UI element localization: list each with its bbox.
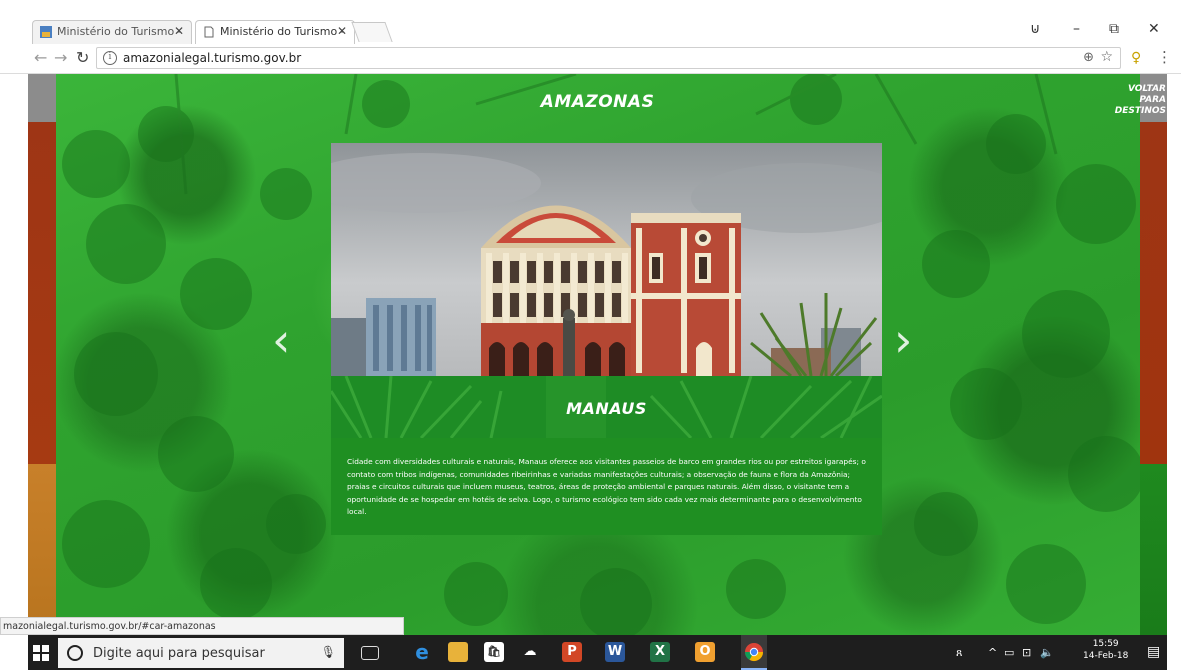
extension-icon[interactable]: ♀ (1131, 50, 1141, 66)
menu-icon[interactable]: ⋮ (1157, 48, 1172, 66)
windows-taskbar: Digite aqui para pesquisar 🎙 e 🛍 ☁ P W X… (28, 635, 1167, 670)
left-slide-peek (28, 74, 56, 635)
teatro-amazonas-photo (331, 143, 882, 376)
network-app-icon[interactable]: ☁ (520, 642, 540, 662)
minimize-button[interactable]: – (1073, 21, 1080, 37)
browser-tabstrip: Ministério do Turismo - ✕ Ministério do … (0, 0, 1181, 44)
task-view-icon[interactable] (361, 646, 379, 660)
browser-tab[interactable]: Ministério do Turismo - ✕ (32, 20, 192, 44)
address-bar[interactable]: i amazonialegal.turismo.gov.br ⊕ ☆ (96, 47, 1121, 69)
chevron-left-icon[interactable]: ‹ (272, 317, 290, 363)
clock-date: 14-Feb-18 (1083, 651, 1129, 661)
region-title: AMAZONAS (540, 92, 655, 112)
people-icon[interactable]: ጸ (956, 646, 962, 660)
new-tab-button[interactable] (351, 22, 393, 42)
status-link-preview: mazonialegal.turismo.gov.br/#car-amazona… (0, 617, 404, 635)
search-placeholder: Digite aqui para pesquisar (93, 646, 265, 661)
word-icon[interactable]: W (605, 642, 625, 662)
tab-title: Ministério do Turismo - (220, 25, 345, 38)
store-icon[interactable]: 🛍 (484, 642, 504, 662)
close-icon[interactable]: ✕ (337, 24, 347, 38)
chevron-right-icon[interactable]: › (894, 317, 912, 363)
page-content: AMAZONAS VOLTAR PARA DESTINOS ‹ › MANAUS… (28, 74, 1167, 635)
zoom-icon[interactable]: ⊕ (1083, 50, 1094, 65)
excel-icon[interactable]: X (650, 642, 670, 662)
close-icon[interactable]: ✕ (174, 24, 184, 38)
browser-toolbar: ← → ↻ i amazonialegal.turismo.gov.br ⊕ ☆… (0, 44, 1181, 74)
destination-title: MANAUS (566, 399, 647, 418)
back-arrow-icon[interactable]: ← (34, 49, 47, 67)
url-text: amazonialegal.turismo.gov.br (123, 51, 302, 65)
chrome-taskbar-button[interactable] (741, 635, 767, 670)
windows-start-icon[interactable] (33, 645, 49, 661)
forward-arrow-icon[interactable]: → (54, 49, 67, 67)
destination-description: Cidade com diversidades culturais e natu… (347, 457, 866, 516)
back-to-destinations-link[interactable]: VOLTAR PARA DESTINOS (1104, 84, 1166, 117)
network-icon[interactable]: ⊡ (1022, 646, 1031, 659)
chevron-up-icon[interactable]: ^ (988, 646, 997, 659)
tab-title: Ministério do Turismo - (57, 25, 182, 38)
battery-icon[interactable]: ▭ (1004, 646, 1014, 659)
page-icon (204, 26, 214, 38)
close-window-button[interactable]: ✕ (1148, 21, 1160, 37)
microphone-icon[interactable]: 🎙 (321, 645, 336, 659)
reload-icon[interactable]: ↻ (76, 49, 89, 67)
taskbar-search-box[interactable]: Digite aqui para pesquisar 🎙 (58, 638, 344, 668)
chrome-icon (745, 643, 763, 662)
onenote-icon[interactable]: O (695, 642, 715, 662)
volume-icon[interactable]: 🔈 (1040, 646, 1054, 659)
browser-tab-active[interactable]: Ministério do Turismo - ✕ (195, 20, 355, 44)
clock-time: 15:59 (1092, 639, 1119, 649)
restore-button[interactable]: ⧉ (1109, 21, 1119, 37)
user-icon[interactable]: ⊍ (1030, 21, 1040, 37)
bookmark-star-icon[interactable]: ☆ (1100, 49, 1113, 65)
right-slide-peek (1140, 74, 1167, 635)
file-explorer-icon[interactable] (448, 642, 468, 662)
info-icon[interactable]: i (103, 51, 117, 65)
destination-card: MANAUS Cidade com diversidades culturais… (331, 143, 882, 535)
edge-browser-icon[interactable]: e (412, 642, 432, 662)
site-favicon-icon (40, 26, 52, 38)
screen: Ministério do Turismo - ✕ Ministério do … (0, 0, 1181, 670)
notifications-icon[interactable]: ▤ (1147, 644, 1160, 660)
cortana-icon (67, 645, 83, 661)
taskbar-clock[interactable]: 15:59 14-Feb-18 (1083, 638, 1128, 662)
powerpoint-icon[interactable]: P (562, 642, 582, 662)
